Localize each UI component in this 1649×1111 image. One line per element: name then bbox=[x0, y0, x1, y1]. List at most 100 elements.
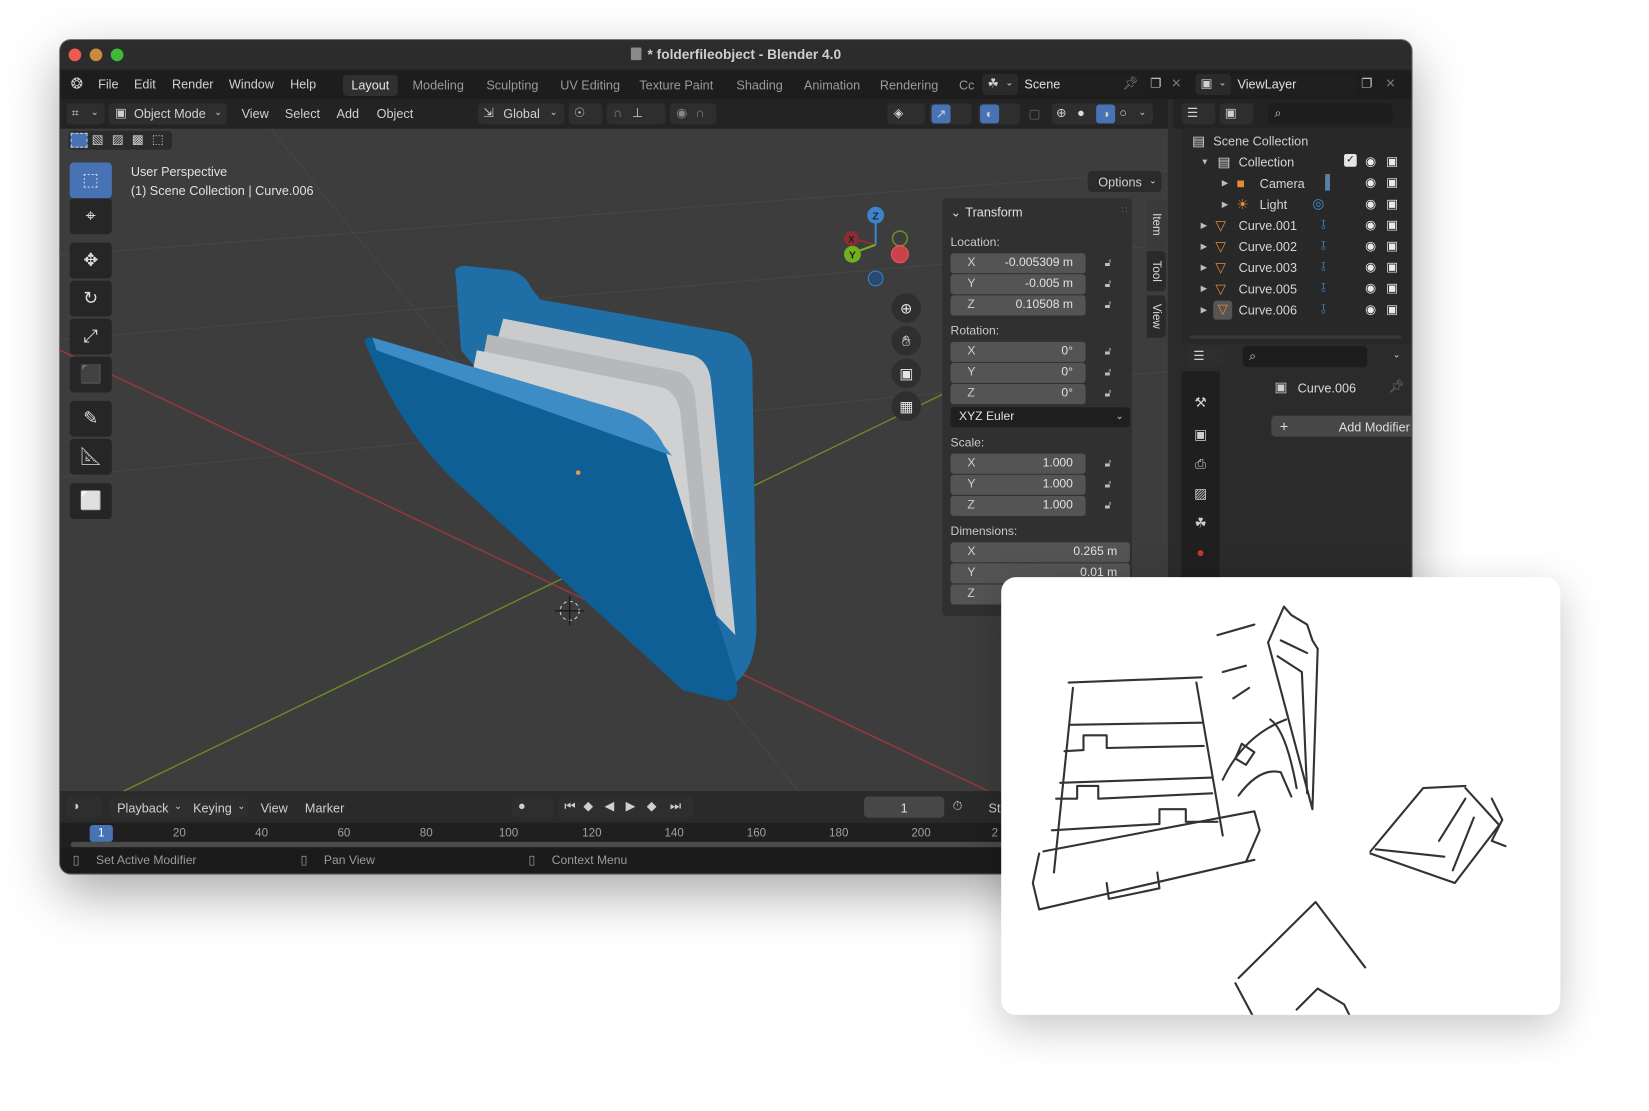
zoom-view-button[interactable]: ⊕ bbox=[891, 293, 922, 323]
expand-arrow-icon[interactable]: ▶ bbox=[1201, 220, 1207, 229]
curve-data-icon[interactable]: ⫱ bbox=[1321, 301, 1326, 318]
render-camera-icon[interactable]: ▣ bbox=[1386, 302, 1398, 317]
expand-arrow-icon[interactable]: ▶ bbox=[1201, 284, 1207, 293]
chevron-down-icon[interactable]: ⌄ bbox=[1138, 107, 1146, 117]
gizmo-toggle[interactable]: ↗ bbox=[929, 103, 972, 125]
render-camera-icon[interactable]: ▣ bbox=[1386, 260, 1398, 275]
tab-texture-paint[interactable]: Texture Paint bbox=[631, 75, 722, 96]
transform-orientation-selector[interactable]: ⇲ Global ⌄ bbox=[477, 103, 565, 125]
pin-icon[interactable]: 📌︎ bbox=[1388, 380, 1404, 393]
curve-data-icon[interactable]: ⫱ bbox=[1321, 258, 1326, 275]
dimensions-x-field[interactable]: X 0.265 m bbox=[950, 542, 1130, 563]
lock-icon[interactable]: 🔓︎ bbox=[1105, 458, 1120, 471]
ortho-toggle-button[interactable]: ▦ bbox=[891, 391, 922, 421]
sidebar-tab-tool[interactable]: Tool bbox=[1146, 251, 1166, 292]
menu-window[interactable]: Window bbox=[229, 77, 274, 92]
location-y-field[interactable]: Y -0.005 m bbox=[950, 274, 1086, 295]
eye-icon[interactable]: ◉ bbox=[1365, 196, 1376, 211]
light-data-icon[interactable]: ◎ bbox=[1312, 195, 1324, 212]
select-subtract-icon[interactable]: ▨ bbox=[112, 133, 124, 146]
tool-tab-icon[interactable]: ⚒ bbox=[1190, 395, 1211, 416]
tab-animation[interactable]: Animation bbox=[795, 75, 868, 96]
eye-icon[interactable]: ◉ bbox=[1365, 260, 1376, 275]
tab-modeling[interactable]: Modeling bbox=[404, 75, 472, 96]
lock-icon[interactable]: 🔓︎ bbox=[1105, 388, 1120, 401]
view-layer-selector[interactable]: ▣ ⌄ bbox=[1195, 73, 1232, 95]
expand-arrow-icon[interactable]: ▼ bbox=[1201, 157, 1209, 166]
scene-tab-icon[interactable]: ☘ bbox=[1190, 515, 1211, 536]
next-keyframe-icon[interactable]: ◆ bbox=[647, 800, 657, 813]
expand-arrow-icon[interactable]: ▶ bbox=[1222, 199, 1228, 208]
lock-icon[interactable]: 🔓︎ bbox=[1105, 300, 1120, 313]
jump-end-icon[interactable]: ⏭︎ bbox=[670, 800, 681, 813]
location-x-field[interactable]: X -0.005309 m bbox=[950, 253, 1086, 274]
lock-icon[interactable]: 🔓︎ bbox=[1105, 367, 1120, 380]
menu-render[interactable]: Render bbox=[172, 77, 214, 92]
wireframe-shading-icon[interactable]: ⊕ bbox=[1056, 107, 1067, 120]
rotation-y-field[interactable]: Y 0° bbox=[950, 362, 1086, 383]
render-camera-icon[interactable]: ▣ bbox=[1386, 238, 1398, 253]
tab-rendering[interactable]: Rendering bbox=[871, 75, 946, 96]
lock-icon[interactable]: 🔓︎ bbox=[1105, 500, 1120, 513]
navigation-gizmo[interactable]: Z X Y bbox=[837, 205, 911, 289]
curve-data-icon[interactable]: ⫱ bbox=[1321, 237, 1326, 254]
eye-icon[interactable]: ◉ bbox=[1365, 302, 1376, 317]
current-frame-field[interactable]: 1 bbox=[864, 796, 945, 818]
display-mode-selector[interactable]: ▣ bbox=[1219, 103, 1254, 125]
checkbox-icon[interactable]: ✓ bbox=[1344, 154, 1357, 167]
menu-help[interactable]: Help bbox=[290, 77, 316, 92]
add-modifier-button[interactable]: + Add Modifier bbox=[1271, 415, 1412, 437]
select-invert-icon[interactable]: ▩ bbox=[132, 133, 144, 146]
outliner-row-curve-006[interactable]: ▶ ▽ Curve.006 ⫱ ◉ ▣ bbox=[1190, 300, 1412, 321]
menu-keying[interactable]: Keying bbox=[193, 801, 232, 816]
outliner-row-light[interactable]: ▶ ☀ Light ◎ ◉ ▣ bbox=[1190, 194, 1412, 215]
outliner-row-curve-001[interactable]: ▶ ▽ Curve.001 ⫱ ◉ ▣ bbox=[1190, 215, 1412, 236]
select-intersect-icon[interactable]: ⬚ bbox=[152, 133, 164, 146]
select-new-icon[interactable] bbox=[70, 132, 88, 148]
tool-scale[interactable]: ⤢ bbox=[69, 318, 112, 355]
pin-icon[interactable]: 📌︎ bbox=[1122, 77, 1138, 90]
camera-view-button[interactable]: ▣ bbox=[891, 358, 922, 389]
lock-icon[interactable]: 🔓︎ bbox=[1105, 279, 1120, 292]
solid-shading-icon[interactable]: ● bbox=[1077, 107, 1085, 120]
menu-edit[interactable]: Edit bbox=[134, 77, 156, 92]
scale-z-field[interactable]: Z 1.000 bbox=[950, 495, 1086, 516]
menu-view[interactable]: View bbox=[242, 107, 269, 122]
sidebar-tab-item[interactable]: Item bbox=[1146, 200, 1166, 249]
render-camera-icon[interactable]: ▣ bbox=[1386, 196, 1398, 211]
rotation-z-field[interactable]: Z 0° bbox=[950, 384, 1086, 405]
output-tab-icon[interactable]: ⎙ bbox=[1190, 456, 1211, 477]
delete-view-layer-icon[interactable]: ✕ bbox=[1385, 77, 1396, 90]
new-view-layer-icon[interactable]: ❐ bbox=[1361, 77, 1372, 90]
eye-icon[interactable]: ◉ bbox=[1365, 238, 1376, 253]
tab-layout[interactable]: Layout bbox=[342, 74, 398, 97]
expand-arrow-icon[interactable]: ▶ bbox=[1222, 178, 1228, 187]
new-scene-icon[interactable]: ❐ bbox=[1150, 77, 1161, 90]
expand-arrow-icon[interactable]: ▶ bbox=[1201, 263, 1207, 272]
menu-playback[interactable]: Playback bbox=[117, 801, 168, 816]
tool-annotate[interactable]: ✎ bbox=[69, 400, 112, 437]
material-shading-icon[interactable]: ◑ bbox=[1096, 104, 1116, 124]
menu-select[interactable]: Select bbox=[285, 107, 320, 122]
outliner-row-collection[interactable]: ▼ ▤ Collection ✓ ◉ ▣ bbox=[1190, 152, 1412, 173]
overlay-toggle[interactable]: ◐ bbox=[977, 103, 1021, 125]
curve-data-icon[interactable]: ⫱ bbox=[1321, 280, 1326, 297]
outliner-row-curve-005[interactable]: ▶ ▽ Curve.005 ⫱ ◉ ▣ bbox=[1190, 279, 1412, 300]
chevron-down-icon[interactable]: ⌄ bbox=[1393, 350, 1401, 359]
prev-keyframe-icon[interactable]: ◆ bbox=[583, 800, 593, 813]
outliner-row-curve-003[interactable]: ▶ ▽ Curve.003 ⫱ ◉ ▣ bbox=[1190, 257, 1412, 278]
blender-logo-icon[interactable]: ❂ bbox=[71, 75, 83, 93]
play-icon[interactable]: ▶ bbox=[626, 800, 636, 813]
jump-start-icon[interactable]: ⏮︎ bbox=[564, 800, 575, 813]
tab-compositing[interactable]: Cc bbox=[951, 75, 983, 96]
menu-add[interactable]: Add bbox=[337, 107, 360, 122]
render-camera-icon[interactable]: ▣ bbox=[1386, 154, 1398, 169]
tool-transform[interactable]: ⬛ bbox=[69, 356, 112, 393]
outliner-editor-type[interactable]: ☰ bbox=[1181, 103, 1216, 125]
xray-icon[interactable]: ▢ bbox=[1029, 108, 1041, 121]
eye-icon[interactable]: ◉ bbox=[1365, 154, 1376, 169]
tab-uv-editing[interactable]: UV Editing bbox=[552, 75, 629, 96]
outliner-row-scene-collection[interactable]: ▤ Scene Collection bbox=[1190, 131, 1401, 152]
lock-icon[interactable]: 🔓︎ bbox=[1105, 479, 1120, 492]
eye-icon[interactable]: ◉ bbox=[1365, 175, 1376, 190]
